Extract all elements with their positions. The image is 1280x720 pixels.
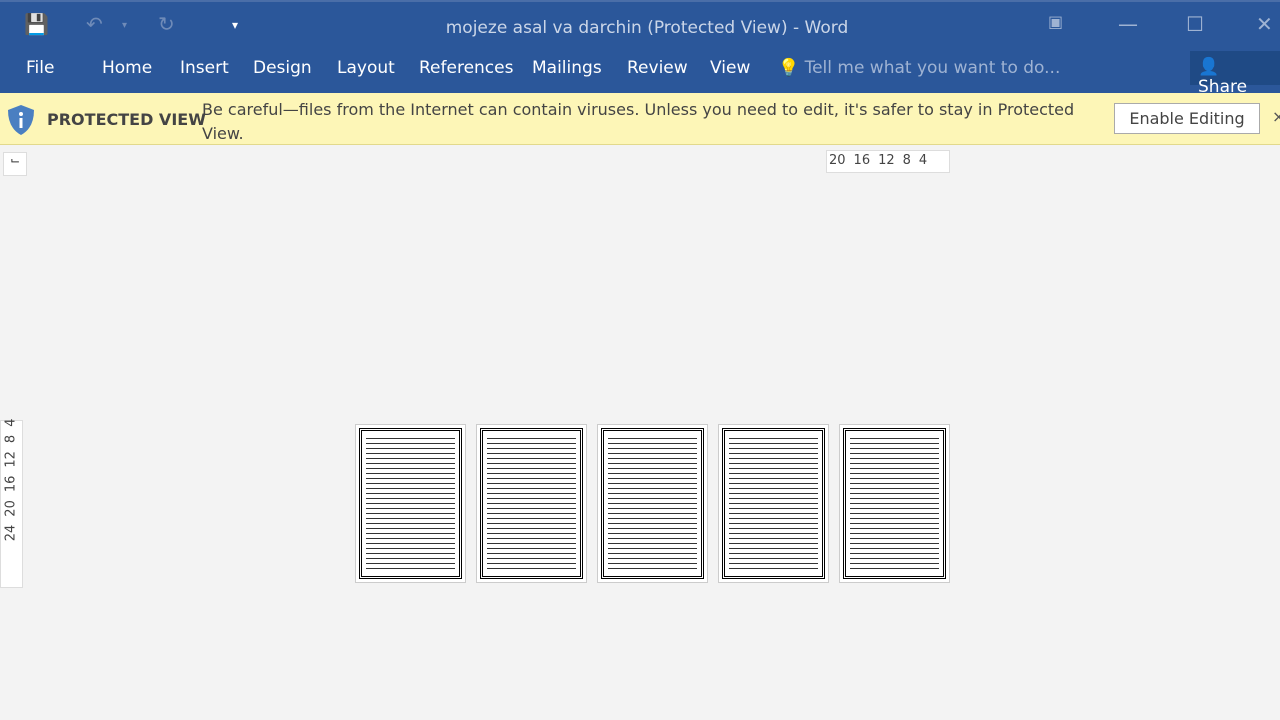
ruler-tick: 20	[829, 153, 846, 168]
page-thumbnail[interactable]	[476, 424, 587, 583]
tab-layout[interactable]: Layout	[337, 58, 395, 78]
horizontal-ruler[interactable]: 20 16 12 8 4	[826, 150, 950, 173]
protected-view-bar: PROTECTED VIEW Be careful—files from the…	[0, 93, 1280, 145]
ruler-tick: 4	[3, 418, 19, 427]
ribbon-display-options-icon[interactable]: ▣	[1048, 12, 1063, 31]
tab-selector[interactable]: ⌙	[3, 152, 27, 176]
protected-view-title: PROTECTED VIEW	[47, 110, 206, 129]
tab-mailings[interactable]: Mailings	[532, 58, 602, 78]
shield-info-icon	[8, 105, 34, 135]
ruler-tick: 12	[878, 153, 895, 168]
ribbon-tabs: File Home Insert Design Layout Reference…	[0, 48, 1280, 97]
tell-me-placeholder: Tell me what you want to do...	[804, 58, 1061, 78]
ruler-tick: 16	[853, 153, 871, 168]
ruler-tick: 20	[3, 500, 19, 517]
tab-review[interactable]: Review	[627, 58, 688, 78]
ruler-tick: 8	[902, 153, 911, 168]
ruler-tick: 12	[3, 451, 19, 468]
share-button[interactable]: 👤 Share	[1190, 51, 1280, 97]
tab-view[interactable]: View	[710, 58, 750, 78]
tab-insert[interactable]: Insert	[180, 58, 229, 78]
title-bar: 💾 ↶ ▾ ↻ ▾ mojeze asal va darchin (Protec…	[0, 0, 1280, 48]
ruler-tick: 24	[3, 524, 19, 542]
enable-editing-button[interactable]: Enable Editing	[1114, 103, 1260, 134]
window-title: mojeze asal va darchin (Protected View) …	[445, 18, 849, 38]
maximize-icon[interactable]: ☐	[1186, 12, 1204, 36]
tell-me-search[interactable]: 💡 Tell me what you want to do...	[778, 58, 1060, 78]
tab-file[interactable]: File	[26, 58, 54, 78]
lightbulb-icon: 💡	[778, 58, 800, 78]
add-person-icon: 👤	[1198, 57, 1220, 77]
page-thumbnail[interactable]	[718, 424, 829, 583]
tab-design[interactable]: Design	[253, 58, 312, 78]
page-thumbnail[interactable]	[597, 424, 708, 583]
ruler-tick: 8	[3, 434, 19, 444]
ruler-tick: 4	[918, 153, 928, 168]
page-thumbnail[interactable]	[355, 424, 466, 583]
tab-references[interactable]: References	[419, 58, 513, 78]
close-icon[interactable]: ✕	[1256, 12, 1273, 36]
ruler-tick: 16	[3, 475, 19, 493]
minimize-icon[interactable]: —	[1118, 12, 1138, 36]
page-thumbnail[interactable]	[839, 424, 950, 583]
vertical-ruler[interactable]: 24 20 16 12 8 4	[0, 418, 23, 588]
tab-home[interactable]: Home	[102, 58, 152, 78]
close-bar-icon[interactable]: ×	[1272, 107, 1280, 126]
protected-view-message: Be careful—files from the Internet can c…	[202, 100, 1075, 143]
